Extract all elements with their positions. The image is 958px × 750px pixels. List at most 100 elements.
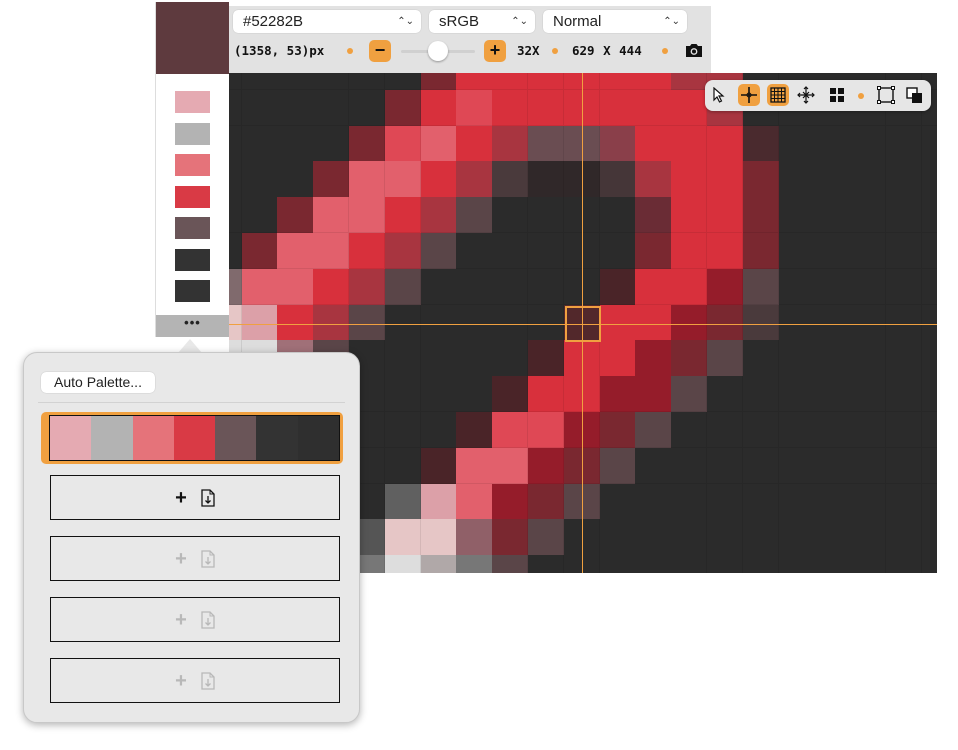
frame-tool-button[interactable] xyxy=(875,84,897,106)
pixel-cell xyxy=(420,340,457,377)
pixel-cell xyxy=(599,340,636,377)
add-palette-button[interactable]: + xyxy=(175,549,187,569)
palette-swatch[interactable] xyxy=(175,248,210,271)
pixel-cell xyxy=(885,483,923,520)
pixel-cell xyxy=(742,232,779,270)
zoom-in-button[interactable]: + xyxy=(484,40,506,62)
pixel-cell xyxy=(348,161,386,198)
pixel-cell xyxy=(778,197,815,234)
pixel-cell xyxy=(456,125,493,162)
pixel-cell xyxy=(313,161,350,198)
palette-swatch[interactable] xyxy=(175,185,210,208)
auto-palette-button[interactable]: Auto Palette... xyxy=(41,372,155,393)
palette-swatch[interactable] xyxy=(175,91,210,113)
pixel-cell xyxy=(635,483,672,520)
pixel-cell xyxy=(635,340,672,377)
pixel-cell xyxy=(814,519,851,556)
import-file-icon[interactable] xyxy=(201,610,215,629)
pixel-cell xyxy=(778,268,815,305)
pixel-cell xyxy=(229,268,242,305)
add-palette-button[interactable]: + xyxy=(175,610,187,630)
palette-swatch[interactable] xyxy=(175,217,210,239)
pixel-cell xyxy=(814,161,851,198)
pixel-cell xyxy=(456,73,493,91)
colorspace-select[interactable]: sRGB ⌃⌄ xyxy=(429,10,535,33)
pixel-cell xyxy=(635,304,672,341)
zoom-out-button[interactable]: − xyxy=(369,40,391,62)
pixel-cell xyxy=(814,411,851,449)
move-tool-button[interactable] xyxy=(795,84,817,106)
palette-swatch[interactable] xyxy=(175,154,210,176)
import-file-icon[interactable] xyxy=(201,549,215,568)
pixel-cell xyxy=(885,161,923,198)
zoom-slider-knob[interactable] xyxy=(428,41,448,61)
pixel-cell xyxy=(885,268,923,305)
empty-palette-slot[interactable]: + xyxy=(50,475,340,520)
pixel-cell xyxy=(456,304,493,341)
pixel-cell xyxy=(313,232,350,270)
grid-tool-button[interactable] xyxy=(767,84,789,106)
pixel-cell xyxy=(921,376,937,413)
pixel-cell xyxy=(599,411,636,449)
pixel-cell xyxy=(885,340,923,377)
selected-palette[interactable] xyxy=(41,412,343,464)
pixel-cell xyxy=(456,376,493,413)
pixel-cell xyxy=(241,197,278,234)
empty-palette-slot[interactable]: + xyxy=(50,597,340,642)
add-palette-button[interactable]: + xyxy=(175,488,187,508)
zoom-slider[interactable] xyxy=(401,41,475,61)
add-palette-button[interactable]: + xyxy=(175,671,187,691)
frame-icon xyxy=(877,86,895,104)
current-color-swatch[interactable] xyxy=(156,2,229,74)
pixel-cell xyxy=(456,232,493,270)
pixel-cell xyxy=(706,340,744,377)
palette-strip xyxy=(49,415,340,461)
crosshair-tool-button[interactable] xyxy=(738,84,760,106)
pixel-cell xyxy=(671,197,708,234)
divider xyxy=(38,402,345,403)
empty-palette-slot[interactable]: + xyxy=(50,536,340,581)
pixel-cell xyxy=(492,447,529,484)
pixel-cell xyxy=(599,376,636,413)
blend-mode-select[interactable]: Normal ⌃⌄ xyxy=(543,10,687,33)
pixel-cell xyxy=(635,376,672,413)
colorspace-text: sRGB xyxy=(439,13,480,30)
pixel-cell xyxy=(850,411,887,449)
pixel-cell xyxy=(742,376,779,413)
pixel-cell xyxy=(885,125,923,162)
pixel-cell xyxy=(885,555,923,573)
pixel-cell xyxy=(635,161,672,198)
pixel-cell xyxy=(921,125,937,162)
pixel-cell xyxy=(814,447,851,484)
pixel-cell xyxy=(384,447,421,484)
pixel-cell xyxy=(814,376,851,413)
pixel-cell xyxy=(850,376,887,413)
palette-swatch[interactable] xyxy=(175,122,210,145)
pixel-cell xyxy=(348,304,386,341)
pixel-cell xyxy=(599,304,636,341)
pixel-cell xyxy=(885,411,923,449)
import-file-icon[interactable] xyxy=(201,671,215,690)
pixel-cell xyxy=(241,304,278,341)
pixel-cell xyxy=(778,232,815,270)
pixel-cell xyxy=(671,89,708,126)
cursor-tool-button[interactable] xyxy=(708,84,730,106)
pixel-cell xyxy=(492,483,529,520)
palette-swatch[interactable] xyxy=(175,280,210,302)
import-file-icon[interactable] xyxy=(201,488,215,507)
pixel-cell xyxy=(241,73,278,91)
pixel-cell xyxy=(706,447,744,484)
color-value-select[interactable]: #52282B ⌃⌄ xyxy=(233,10,421,33)
tiles-tool-button[interactable] xyxy=(826,84,848,106)
pixel-cell xyxy=(885,519,923,556)
more-button[interactable]: ••• xyxy=(156,315,229,337)
pixel-cell xyxy=(742,555,779,573)
pixel-cell xyxy=(384,483,421,520)
pixel-cell xyxy=(671,555,708,573)
overlap-tool-button[interactable] xyxy=(903,84,925,106)
empty-palette-slot[interactable]: + xyxy=(50,658,340,703)
pixel-cell xyxy=(885,197,923,234)
pixel-cell xyxy=(850,232,887,270)
pixel-cell xyxy=(671,447,708,484)
camera-icon[interactable] xyxy=(685,43,703,58)
